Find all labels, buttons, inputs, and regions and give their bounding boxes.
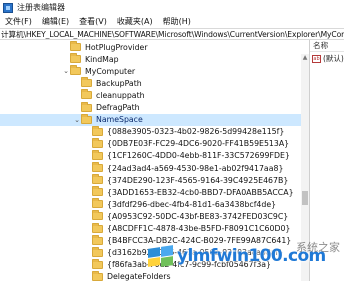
- value-row[interactable]: ab (默认): [310, 52, 344, 65]
- tree-node[interactable]: {088e3905-0323-4b02-9826-5d99428e115f}: [0, 125, 309, 138]
- string-value-icon: ab: [312, 54, 321, 63]
- folder-icon: [81, 101, 92, 112]
- title-bar: 注册表编辑器: [0, 0, 344, 15]
- folder-icon: [92, 174, 103, 185]
- folder-icon: [81, 77, 92, 88]
- address-path[interactable]: 计算机\HKEY_LOCAL_MACHINE\SOFTWARE\Microsof…: [0, 29, 344, 39]
- folder-icon: [92, 246, 103, 257]
- tree-node[interactable]: {24ad3ad4-a569-4530-98e1-ab02f9417aa8}: [0, 162, 309, 174]
- tree-node[interactable]: cleanuppath: [0, 89, 309, 101]
- folder-icon: [70, 41, 81, 51]
- folder-icon: [92, 149, 103, 160]
- value-name: (默认): [323, 54, 344, 63]
- menu-file[interactable]: 文件(F): [0, 16, 37, 27]
- folder-icon: [92, 222, 103, 233]
- tree-node[interactable]: ⌄ NameSpace: [0, 113, 309, 126]
- tree-node[interactable]: {A8CDFF1C-4878-43be-B5FD-F8091C1C60D0}: [0, 222, 309, 235]
- tree-node-label: {3ADD1653-EB32-4cb0-BBD7-DFA0ABB5ACCA}: [107, 187, 294, 197]
- tree-node[interactable]: {374DE290-123F-4565-9164-39C4925E467B}: [0, 174, 309, 186]
- tree-node-label: {A8CDFF1C-4878-43be-B5FD-F8091C1C60D0}: [107, 224, 291, 233]
- tree-node-label: {3dfdf296-dbec-4fb4-81d1-6a3438bcf4de}: [107, 199, 277, 209]
- tree-node[interactable]: HotPlugProvider: [0, 41, 309, 53]
- folder-icon: [70, 65, 81, 76]
- folder-icon: [92, 258, 103, 269]
- tree-node[interactable]: ⌄ MyComputer: [0, 65, 309, 77]
- tree-node[interactable]: BackupPath: [0, 77, 309, 89]
- folder-icon: [92, 234, 103, 245]
- menu-favorites[interactable]: 收藏夹(A): [112, 16, 158, 27]
- folder-icon: [92, 162, 103, 172]
- tree-node-label: DefragPath: [96, 103, 140, 112]
- watermark-cn: 系统之家: [296, 241, 340, 254]
- tree-node-label: {0DB7E03F-FC29-4DC6-9020-FF41B59E513A}: [107, 139, 290, 149]
- tree-node[interactable]: {A0953C92-50DC-43bf-BE83-3742FED03C9C}: [0, 210, 309, 222]
- tree-node-label: NameSpace: [96, 115, 143, 125]
- chevron-down-icon[interactable]: ⌄: [62, 65, 70, 77]
- registry-editor-icon: [3, 2, 13, 13]
- tree-node[interactable]: {0DB7E03F-FC29-4DC6-9020-FF41B59E513A}: [0, 137, 309, 150]
- tree-node-label: {1CF1260C-4DD0-4ebb-811F-33C572699FDE}: [107, 151, 290, 161]
- address-bar[interactable]: 计算机\HKEY_LOCAL_MACHINE\SOFTWARE\Microsof…: [0, 28, 344, 40]
- tree-node[interactable]: {1CF1260C-4DD0-4ebb-811F-33C572699FDE}: [0, 149, 309, 162]
- folder-icon: [70, 53, 81, 64]
- tree-node-label: BackupPath: [96, 78, 142, 88]
- tree-node[interactable]: {3ADD1653-EB32-4cb0-BBD7-DFA0ABB5ACCA}: [0, 186, 309, 198]
- menu-view[interactable]: 查看(V): [74, 16, 112, 27]
- menu-bar: 文件(F) 编辑(E) 查看(V) 收藏夹(A) 帮助(H): [0, 15, 344, 28]
- folder-icon: [92, 270, 103, 281]
- folder-icon: [92, 210, 103, 221]
- window-title: 注册表编辑器: [17, 3, 65, 12]
- tree-node[interactable]: {3dfdf296-dbec-4fb4-81d1-6a3438bcf4de}: [0, 198, 309, 210]
- windows-logo-icon: [146, 245, 176, 267]
- tree-node[interactable]: DefragPath: [0, 101, 309, 114]
- tree-node-label: {A0953C92-50DC-43bf-BE83-3742FED03C9C}: [107, 211, 289, 221]
- tree-node[interactable]: KindMap: [0, 53, 309, 65]
- folder-icon: [92, 137, 103, 148]
- watermark: ylmfwin100.com 系统之家: [146, 238, 342, 274]
- folder-icon: [92, 198, 103, 209]
- scroll-up-arrow-icon[interactable]: ▲: [301, 54, 309, 62]
- folder-icon: [92, 125, 103, 136]
- values-column-name[interactable]: 名称: [310, 40, 344, 52]
- tree-node-label: HotPlugProvider: [85, 42, 148, 52]
- tree-node-label: {088e3905-0323-4b02-9826-5d99428e115f}: [107, 127, 285, 137]
- tree-node-label: cleanuppath: [96, 90, 145, 100]
- menu-edit[interactable]: 编辑(E): [37, 16, 74, 27]
- folder-icon: [81, 89, 92, 100]
- tree-node-label: MyComputer: [85, 66, 136, 76]
- scroll-thumb[interactable]: [302, 191, 308, 205]
- tree-node-label: {374DE290-123F-4565-9164-39C4925E467B}: [107, 175, 289, 185]
- folder-icon: [92, 186, 103, 197]
- chevron-down-icon[interactable]: ⌄: [73, 114, 81, 126]
- tree-node-label: {24ad3ad4-a569-4530-98e1-ab02f9417aa8}: [107, 163, 284, 173]
- tree-node-label: KindMap: [85, 54, 119, 64]
- folder-icon: [81, 113, 92, 124]
- menu-help[interactable]: 帮助(H): [158, 16, 196, 27]
